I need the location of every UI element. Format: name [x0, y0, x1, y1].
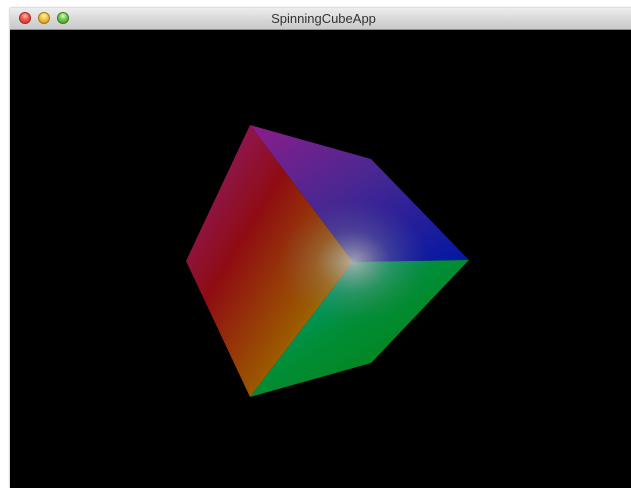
- cube-center-highlight: [278, 200, 428, 324]
- window-title: SpinningCubeApp: [271, 11, 376, 26]
- title-bar[interactable]: SpinningCubeApp: [10, 8, 631, 30]
- cube-canvas: [186, 125, 469, 397]
- opengl-viewport[interactable]: [10, 30, 631, 488]
- app-window: SpinningCubeApp: [10, 8, 631, 488]
- spinning-cube: [186, 125, 469, 397]
